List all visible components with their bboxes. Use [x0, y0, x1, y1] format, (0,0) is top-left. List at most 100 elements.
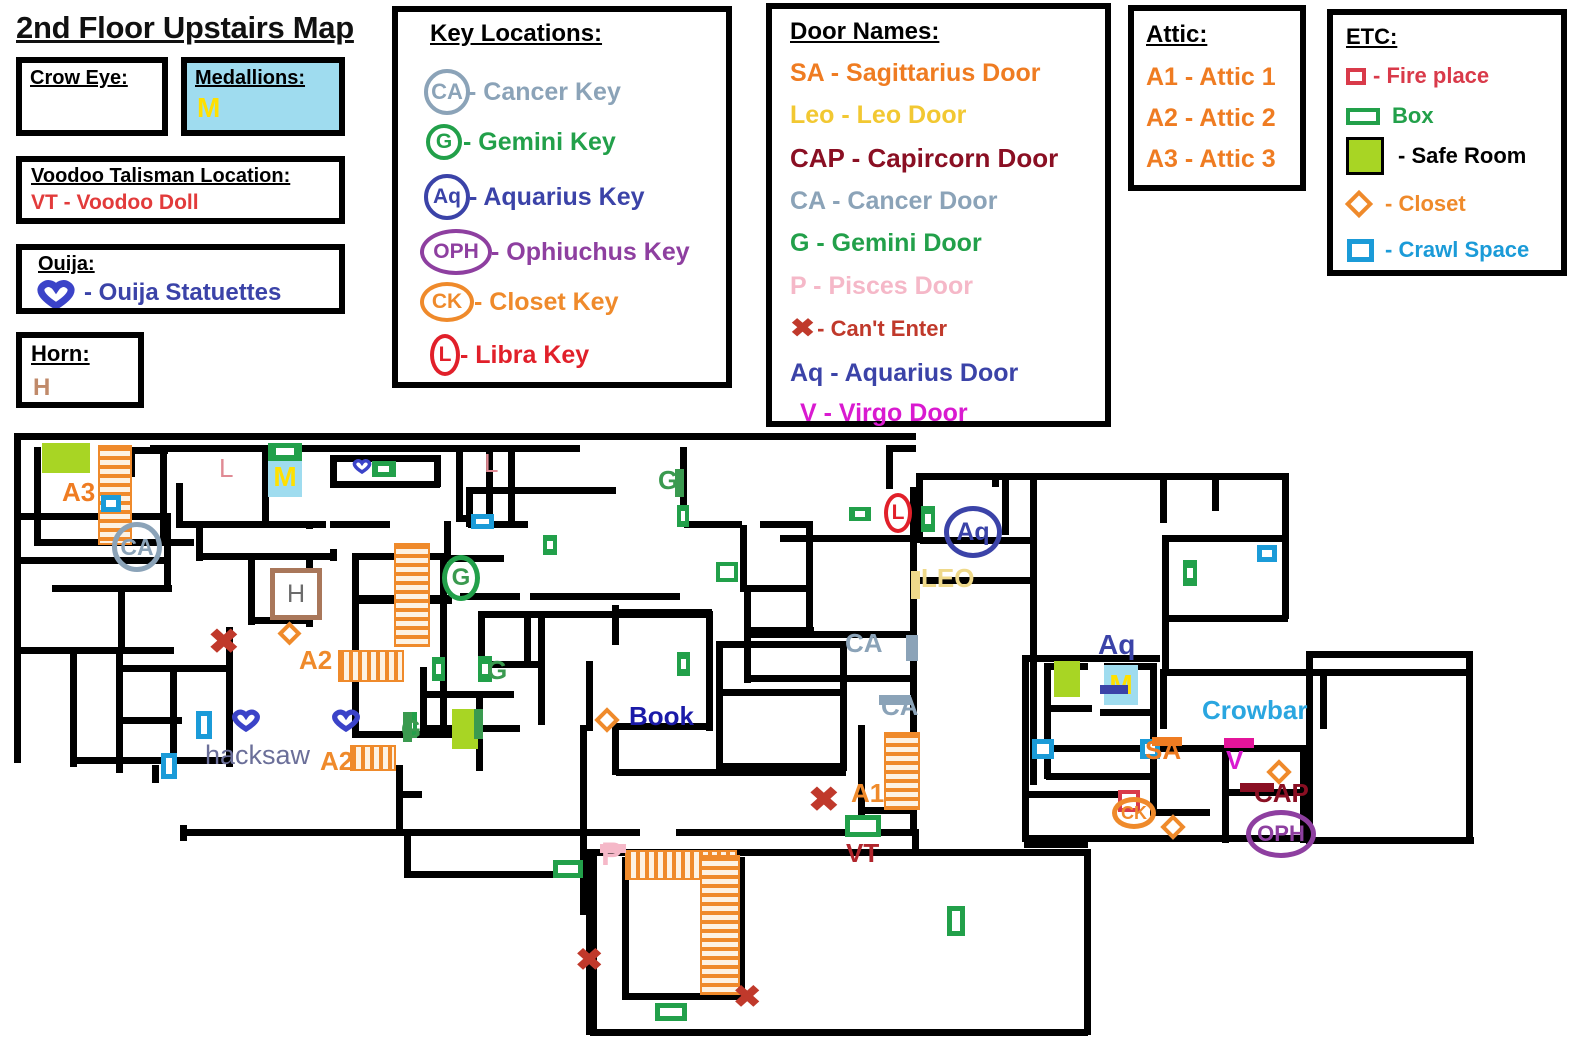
etc-row-safe-room: - Safe Room — [1346, 137, 1526, 175]
map-label-gemini-mid: G — [487, 655, 508, 685]
crawl-space-marker — [471, 514, 494, 529]
medallions-header: Medallions: — [195, 67, 306, 89]
stairs-pisces-side — [700, 855, 740, 995]
attic-item-1: A1 - Attic 1 — [1146, 63, 1276, 91]
door-name-virgo: V - Virgo Door — [800, 399, 968, 427]
panel-horn: Horn: H — [16, 332, 144, 408]
crawl-space-marker — [1032, 739, 1054, 759]
libra-key-marker: L — [884, 493, 912, 533]
panel-voodoo: Voodoo Talisman Location: VT - Voodoo Do… — [16, 156, 345, 224]
etc-row-box: Box — [1346, 103, 1434, 129]
box-marker-vt — [845, 815, 881, 837]
box-marker — [921, 506, 935, 532]
map-label-leo: LEO — [921, 563, 975, 593]
key-location-row: L - Libra Key — [430, 334, 589, 376]
ouija-statuette-marker — [352, 458, 372, 479]
box-marker — [372, 461, 396, 477]
ophiuchus-key-label: - Ophiuchus Key — [491, 237, 690, 266]
ouija-entry: - Ouija Statuettes — [84, 279, 282, 306]
cancer-key-label: - Cancer Key — [468, 77, 621, 106]
map-label-hacksaw: hacksaw — [205, 740, 311, 770]
crawl-space-marker — [101, 495, 121, 512]
door-name-capricorn: CAP - Capircorn Door — [790, 143, 1059, 173]
etc-label-box: Box — [1392, 103, 1434, 128]
aquarius-key-marker: Aq — [944, 506, 1002, 558]
page-title: 2nd Floor Upstairs Map — [16, 10, 354, 45]
horn-marker: H — [270, 568, 322, 620]
map-label-gemini-mid2: G — [401, 714, 422, 744]
libra-key-label: - Libra Key — [460, 340, 590, 369]
cant-enter-marker: ✖ — [575, 942, 604, 978]
panel-etc: ETC: - Fire place Box - Safe Room - Clos… — [1327, 9, 1567, 276]
aquarius-key-label: - Aquarius Key — [469, 182, 645, 211]
cant-enter-marker: ✖ — [808, 781, 840, 819]
attic-header: Attic: — [1146, 21, 1208, 48]
stairs-center-upper — [394, 543, 430, 647]
ophiuchus-key-marker: OPH — [1246, 810, 1316, 858]
closet-key-label: - Closet Key — [474, 287, 619, 316]
box-marker — [268, 443, 302, 461]
safe-room-icon — [1346, 137, 1384, 175]
box-marker — [553, 860, 583, 878]
gemini-key-tag: G — [426, 124, 462, 160]
crawl-space-marker — [161, 753, 177, 779]
etc-row-crawl-space: - Crawl Space — [1347, 237, 1529, 263]
door-name-sagittarius: SA - Sagittarius Door — [790, 59, 1041, 87]
box-marker — [716, 562, 738, 582]
door-name-cant-enter-row: ✖ - Can't Enter — [790, 314, 947, 344]
safe-room-right — [1054, 661, 1080, 697]
horn-header: Horn: — [31, 341, 90, 366]
box-marker — [655, 1003, 687, 1021]
stairs-a2-upper — [338, 650, 404, 682]
stairs-a2-lower — [350, 745, 396, 771]
key-location-row: G - Gemini Key — [426, 124, 616, 160]
closet-marker — [277, 621, 302, 646]
box-marker — [849, 507, 871, 521]
map-label-attic2-b: A2 — [320, 746, 354, 776]
map-label-aquarius-r: Aq — [1098, 629, 1136, 660]
etc-label-safe-room: - Safe Room — [1398, 143, 1527, 168]
cant-enter-marker: ✖ — [208, 623, 240, 661]
key-location-row: Aq - Aquarius Key — [424, 174, 645, 220]
map-label-virgo: V — [1226, 745, 1244, 775]
etc-label-crawl-space: - Crawl Space — [1385, 237, 1530, 262]
attic-item-2: A2 - Attic 2 — [1146, 104, 1276, 132]
etc-label-fireplace: - Fire place — [1373, 63, 1490, 88]
key-locations-header: Key Locations: — [430, 20, 603, 47]
stairs-a1 — [884, 732, 920, 810]
aquarius-key-tag: Aq — [424, 174, 470, 220]
ouija-heart-icon — [36, 280, 76, 313]
crow-eye-star-icon — [48, 94, 76, 127]
box-marker — [677, 505, 689, 527]
map-label-libra-n: L — [484, 448, 499, 478]
crawl-space-marker — [1257, 545, 1277, 562]
leo-door-mark — [911, 571, 920, 599]
panel-medallions: Medallions: M — [181, 57, 345, 136]
etc-label-closet: - Closet — [1385, 191, 1466, 216]
horn-symbol: H — [33, 374, 51, 401]
panel-crow-eye: Crow Eye: — [16, 57, 168, 136]
panel-attic: Attic: A1 - Attic 1 A2 - Attic 2 A3 - At… — [1128, 5, 1306, 191]
floor-map: M M — [0, 425, 1578, 1044]
door-name-leo: Leo - Leo Door — [790, 101, 967, 129]
map-label-book: Book — [629, 701, 694, 731]
libra-key-tag: L — [430, 334, 460, 376]
ouija-statuette-marker — [231, 708, 261, 737]
box-marker — [947, 906, 965, 936]
map-label-voodoo: VT — [846, 838, 880, 868]
cant-enter-marker: ✖ — [733, 979, 762, 1015]
door-name-cant-enter: - Can't Enter — [817, 316, 948, 341]
box-marker — [543, 535, 557, 555]
door-name-gemini: G - Gemini Door — [790, 229, 982, 257]
cancer-key-tag: CA — [424, 69, 470, 115]
box-marker — [432, 657, 445, 681]
door-name-pisces: P - Pisces Door — [790, 272, 973, 300]
ouija-statuette-marker — [331, 708, 361, 737]
door-name-cancer: CA - Cancer Door — [790, 187, 998, 215]
cancer-door-mark — [906, 635, 918, 661]
voodoo-header: Voodoo Talisman Location: — [31, 165, 291, 187]
fireplace-icon — [1346, 67, 1366, 85]
map-label-cancer-b: CA — [881, 691, 919, 721]
map-label-libra-nw: L — [219, 453, 234, 483]
key-location-row: OPH - Ophiuchus Key — [420, 229, 690, 275]
